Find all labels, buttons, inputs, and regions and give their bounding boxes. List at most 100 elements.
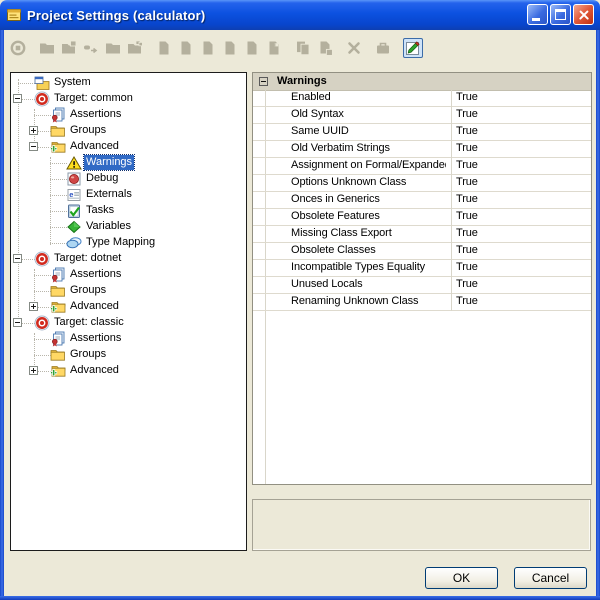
tree-item-label[interactable]: Advanced: [68, 363, 121, 378]
tree-item[interactable]: Advanced: [11, 363, 246, 379]
property-value[interactable]: True: [456, 158, 478, 173]
collapse-icon[interactable]: [13, 254, 22, 263]
tree-item-label[interactable]: Groups: [68, 347, 108, 362]
tree-item[interactable]: Assertions: [11, 331, 246, 347]
tree-item[interactable]: Target: common: [11, 91, 246, 107]
tree-item[interactable]: Advanced: [11, 139, 246, 155]
close-button[interactable]: [573, 4, 594, 25]
property-row[interactable]: Options Unknown Class True: [253, 175, 591, 192]
tree-connector-line: [34, 355, 51, 357]
page-icon: [177, 39, 195, 57]
property-name[interactable]: Obsolete Features: [291, 209, 446, 224]
tree-item[interactable]: Type Mapping: [11, 235, 246, 251]
property-row[interactable]: Onces in Generics True: [253, 192, 591, 209]
tree-item-label[interactable]: Debug: [84, 171, 120, 186]
property-row[interactable]: Obsolete Classes True: [253, 243, 591, 260]
tree-item[interactable]: Assertions: [11, 107, 246, 123]
collapse-icon[interactable]: [13, 318, 22, 327]
property-name[interactable]: Unused Locals: [291, 277, 446, 292]
tree-item-label[interactable]: Externals: [84, 187, 134, 202]
property-name[interactable]: Same UUID: [291, 124, 446, 139]
expand-icon[interactable]: [29, 366, 38, 375]
property-value[interactable]: True: [456, 90, 478, 105]
property-value[interactable]: True: [456, 175, 478, 190]
property-name[interactable]: Old Syntax: [291, 107, 446, 122]
titlebar[interactable]: Project Settings (calculator): [0, 0, 600, 30]
property-value[interactable]: True: [456, 124, 478, 139]
property-row[interactable]: Unused Locals True: [253, 277, 591, 294]
tree-item-label[interactable]: Advanced: [68, 299, 121, 314]
minimize-button[interactable]: [527, 4, 548, 25]
settings-tree-panel[interactable]: SystemTarget: commonAssertionsGroupsAdva…: [10, 72, 247, 551]
tree-item[interactable]: Groups: [11, 123, 246, 139]
property-row[interactable]: Renaming Unknown Class True: [253, 294, 591, 311]
toolbar: [4, 30, 596, 65]
property-name[interactable]: Onces in Generics: [291, 192, 446, 207]
tree-item[interactable]: Target: dotnet: [11, 251, 246, 267]
property-name[interactable]: Obsolete Classes: [291, 243, 446, 258]
property-row[interactable]: Same UUID True: [253, 124, 591, 141]
property-row[interactable]: Old Syntax True: [253, 107, 591, 124]
tree-item[interactable]: Groups: [11, 283, 246, 299]
cancel-button[interactable]: Cancel: [514, 567, 587, 589]
tree-item[interactable]: Warnings: [11, 155, 246, 171]
collapse-icon[interactable]: [13, 94, 22, 103]
property-name[interactable]: Enabled: [291, 90, 446, 105]
property-value[interactable]: True: [456, 226, 478, 241]
tree-item[interactable]: Groups: [11, 347, 246, 363]
property-row[interactable]: Incompatible Types Equality True: [253, 260, 591, 277]
tree-item[interactable]: Debug: [11, 171, 246, 187]
tree-item[interactable]: Target: classic: [11, 315, 246, 331]
property-name[interactable]: Renaming Unknown Class: [291, 294, 446, 309]
property-name[interactable]: Missing Class Export: [291, 226, 446, 241]
edit-pencil-icon[interactable]: [403, 38, 423, 58]
tree-item-label[interactable]: Groups: [68, 283, 108, 298]
tree-item[interactable]: Assertions: [11, 267, 246, 283]
tree-item[interactable]: System: [11, 75, 246, 91]
property-category-header[interactable]: Warnings: [253, 73, 591, 91]
property-name[interactable]: Old Verbatim Strings: [291, 141, 446, 156]
property-row[interactable]: Old Verbatim Strings True: [253, 141, 591, 158]
property-row[interactable]: Obsolete Features True: [253, 209, 591, 226]
property-value[interactable]: True: [456, 277, 478, 292]
expand-icon[interactable]: [29, 302, 38, 311]
ok-button[interactable]: OK: [425, 567, 498, 589]
property-value[interactable]: True: [456, 294, 478, 309]
assertions-icon: [50, 331, 66, 347]
tree-item-label[interactable]: Groups: [68, 123, 108, 138]
tree-item-label[interactable]: Target: classic: [52, 315, 126, 330]
property-value[interactable]: True: [456, 260, 478, 275]
property-value[interactable]: True: [456, 107, 478, 122]
tree-item-label[interactable]: Variables: [84, 219, 133, 234]
property-row[interactable]: Assignment on Formal/Expanded True: [253, 158, 591, 175]
tree-item-label[interactable]: Type Mapping: [84, 235, 157, 250]
tree-item-label[interactable]: System: [52, 75, 93, 90]
tree-item[interactable]: Advanced: [11, 299, 246, 315]
property-row[interactable]: Enabled True: [253, 90, 591, 107]
maximize-button[interactable]: [550, 4, 571, 25]
tree-item[interactable]: eExternals: [11, 187, 246, 203]
tree-item-label[interactable]: Warnings: [84, 155, 134, 170]
tree-item-label[interactable]: Assertions: [68, 267, 123, 282]
property-grid[interactable]: Warnings EnabledTrueOld SyntaxTrueSame U…: [252, 72, 592, 485]
tree-item[interactable]: Tasks: [11, 203, 246, 219]
tree-item-label[interactable]: Target: common: [52, 91, 135, 106]
property-name[interactable]: Assignment on Formal/Expanded: [291, 158, 446, 173]
property-name[interactable]: Incompatible Types Equality: [291, 260, 446, 275]
tree-item[interactable]: Variables: [11, 219, 246, 235]
tree-item-label[interactable]: Target: dotnet: [52, 251, 123, 266]
property-row[interactable]: Missing Class Export True: [253, 226, 591, 243]
property-value[interactable]: True: [456, 209, 478, 224]
tree-item-label[interactable]: Tasks: [84, 203, 116, 218]
folder-icon: [50, 283, 66, 299]
collapse-icon[interactable]: [29, 142, 38, 151]
property-value[interactable]: True: [456, 192, 478, 207]
tree-item-label[interactable]: Assertions: [68, 331, 123, 346]
tree-item-label[interactable]: Advanced: [68, 139, 121, 154]
collapse-category-icon[interactable]: [259, 77, 268, 86]
property-value[interactable]: True: [456, 141, 478, 156]
expand-icon[interactable]: [29, 126, 38, 135]
property-value[interactable]: True: [456, 243, 478, 258]
tree-item-label[interactable]: Assertions: [68, 107, 123, 122]
property-name[interactable]: Options Unknown Class: [291, 175, 446, 190]
